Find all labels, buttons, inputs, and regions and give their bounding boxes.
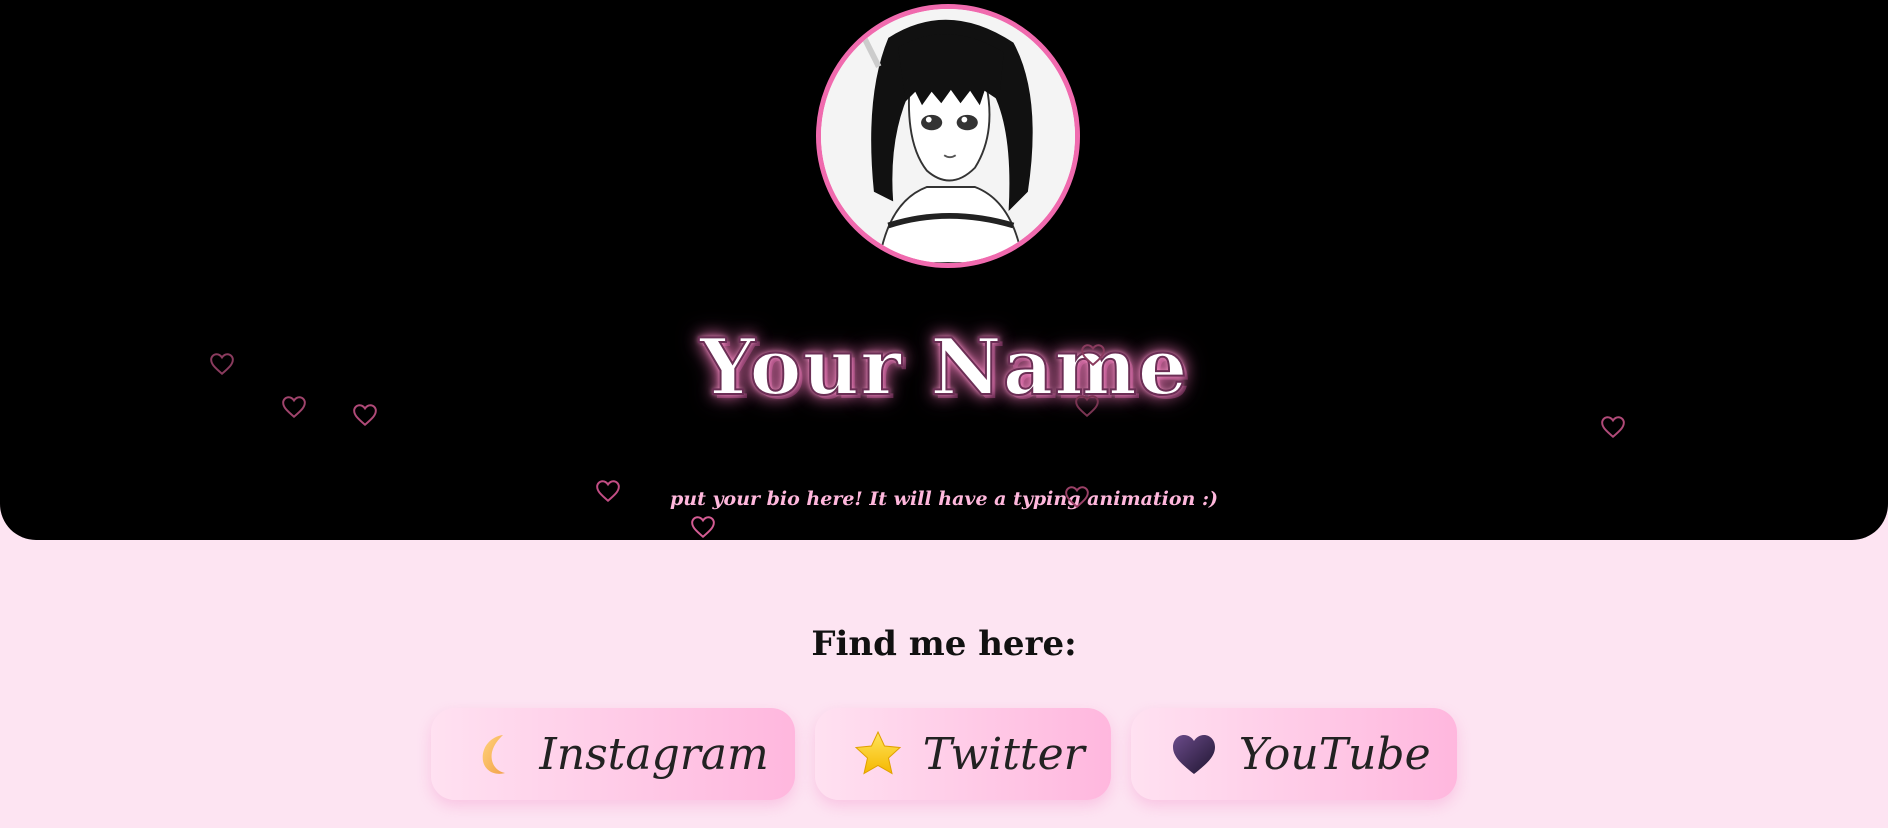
floating-heart-icon bbox=[281, 394, 307, 420]
crescent-moon-icon bbox=[483, 735, 506, 774]
floating-heart-icon bbox=[1074, 393, 1100, 419]
profile-header: Your Name put your bio here! It will hav… bbox=[0, 0, 1888, 540]
youtube-link-button[interactable]: YouTube bbox=[1130, 708, 1457, 800]
floating-heart-icon bbox=[1600, 414, 1626, 440]
black-heart-icon bbox=[1172, 735, 1215, 774]
avatar bbox=[816, 4, 1080, 268]
link-label: YouTube bbox=[1238, 728, 1431, 780]
instagram-link-button[interactable]: Instagram bbox=[431, 708, 795, 800]
star-icon bbox=[854, 730, 901, 775]
floating-heart-icon bbox=[1080, 342, 1106, 368]
twitter-link-button[interactable]: Twitter bbox=[814, 708, 1111, 800]
floating-heart-icon bbox=[1064, 484, 1090, 510]
floating-heart-icon bbox=[209, 351, 235, 377]
social-links: Instagram Twitter YouTube bbox=[0, 708, 1888, 800]
link-label: Instagram bbox=[539, 728, 769, 780]
link-label: Twitter bbox=[922, 728, 1085, 780]
profile-bio: put your bio here! It will have a typing… bbox=[670, 488, 1218, 510]
links-heading: Find me here: bbox=[811, 624, 1077, 664]
floating-heart-icon bbox=[595, 478, 621, 504]
floating-heart-icon bbox=[352, 402, 378, 428]
avatar-illustration bbox=[821, 9, 1075, 263]
floating-heart-icon bbox=[690, 514, 716, 540]
